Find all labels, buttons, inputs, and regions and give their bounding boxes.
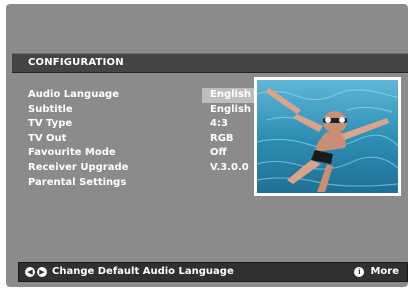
menu-item-value: English [210,103,252,115]
more-label: More [370,266,399,277]
menu-item-value: Off [210,147,227,159]
status-hint-text: Change Default Audio Language [52,266,234,277]
more-button[interactable]: i More [354,263,399,281]
menu-item-receiver-upgrade[interactable]: Receiver Upgrade V.3.0.0 [28,161,258,176]
swimmer-preview-image [257,80,398,193]
menu-item-favourite-mode[interactable]: Favourite Mode Off [28,146,258,161]
menu-item-value: V.3.0.0 [210,161,249,173]
menu-item-label: TV Out [28,132,67,144]
menu-item-parental-settings[interactable]: Parental Settings [28,176,258,191]
menu-item-label: Audio Language [28,89,120,100]
status-hint: ◀ ▶ Change Default Audio Language [25,263,234,281]
info-icon: i [354,267,365,277]
status-bar: ◀ ▶ Change Default Audio Language i More [18,262,408,282]
menu-item-tv-type[interactable]: TV Type 4:3 [28,117,258,132]
menu-item-value: RGB [210,132,234,144]
arrow-right-icon: ▶ [37,267,47,277]
header-bar: CONFIGURATION [12,53,408,73]
menu-item-label: Subtitle [28,103,73,115]
menu-item-value: English [202,88,254,103]
menu-item-audio-language[interactable]: Audio Language English [28,88,258,103]
menu-item-label: TV Type [28,118,73,130]
arrow-left-icon: ◀ [25,267,35,277]
menu-item-value: 4:3 [210,118,228,130]
menu-item-label: Parental Settings [28,176,127,188]
menu-item-tv-out[interactable]: TV Out RGB [28,132,258,147]
menu-item-label: Favourite Mode [28,147,116,159]
configuration-menu: Audio Language English Subtitle English … [28,88,258,190]
page-title: CONFIGURATION [28,57,124,68]
menu-item-subtitle[interactable]: Subtitle English [28,103,258,118]
menu-item-label: Receiver Upgrade [28,161,129,173]
video-preview [254,77,401,196]
